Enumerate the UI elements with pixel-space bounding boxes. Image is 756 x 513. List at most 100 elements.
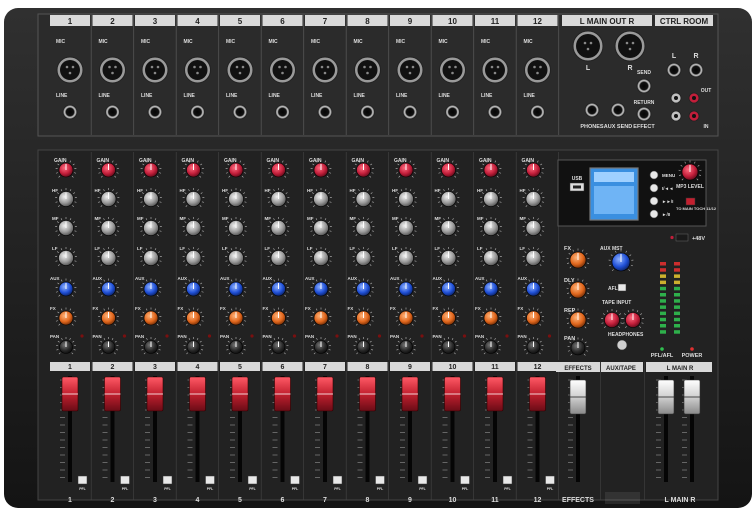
line-jack-input[interactable] [232, 104, 248, 120]
mf-label: MF [435, 216, 442, 221]
pfl-label: PFL [462, 487, 469, 491]
player-button-label: MENU [662, 173, 675, 178]
xlr-pin [326, 65, 330, 69]
line-jack-input[interactable] [360, 104, 375, 120]
afl-button[interactable] [617, 283, 627, 292]
channel-number-bottom: 10 [449, 497, 457, 504]
mic-xlr-input[interactable] [481, 56, 509, 84]
player-button[interactable] [649, 170, 659, 180]
aux-send-jack[interactable] [610, 102, 626, 118]
pfl-label: PFL [122, 487, 129, 491]
xlr-face [618, 34, 642, 58]
line-jack-input[interactable] [317, 104, 333, 120]
line-label: LINE [311, 93, 323, 99]
pfl-button[interactable] [205, 475, 215, 485]
mic-xlr-input[interactable] [439, 56, 466, 84]
line-jack-input[interactable] [190, 104, 205, 120]
line-label: LINE [184, 93, 196, 99]
level-meter-led [660, 274, 666, 278]
channel-number-fader: 7 [323, 364, 327, 371]
level-meter-led [674, 305, 680, 309]
main-out-left-xlr[interactable] [572, 30, 604, 62]
line-jack-input[interactable] [105, 104, 120, 120]
hf-label: HF [520, 188, 526, 193]
pfl-label: PFL [79, 487, 86, 491]
effect-label: EFFECT [633, 124, 655, 130]
mic-xlr-input[interactable] [226, 56, 254, 84]
main-out-right-xlr[interactable] [614, 30, 646, 62]
mf-label: MF [52, 216, 59, 221]
channel-number-fader: 1 [68, 364, 72, 371]
line-label: LINE [396, 93, 408, 99]
pfl-button[interactable] [460, 475, 470, 485]
xlr-pin [366, 71, 369, 75]
audio-mixer-photo: 1 2 3 4 5 6 7 8 9 10 11 12 MICLINEMICLINEMICLINEMIC… [4, 8, 752, 508]
xlr-pin [193, 65, 196, 69]
line-jack-input[interactable] [487, 104, 503, 120]
hf-label: HF [95, 188, 101, 193]
aux-mst-label: AUX MST [600, 246, 623, 252]
bt-main-label: TO MAIN TOCH 11/12 [676, 206, 717, 211]
level-meter-led [660, 299, 666, 303]
mic-xlr-input[interactable] [141, 56, 169, 84]
xlr-pin [625, 41, 629, 45]
line-jack-input[interactable] [402, 104, 418, 120]
ctrl-room-left-jack[interactable] [666, 62, 682, 78]
line-jack-input[interactable] [147, 104, 163, 120]
fx-return-jack[interactable] [636, 106, 652, 122]
pfl-button[interactable] [332, 475, 343, 485]
line-jack-input[interactable] [275, 104, 290, 120]
mic-label: MIC [439, 39, 449, 45]
to-main-switch[interactable] [685, 197, 696, 206]
channel-number-bottom: 1 [68, 497, 72, 504]
xlr-face [230, 60, 250, 80]
mic-xlr-input[interactable] [354, 56, 381, 84]
pfl-button[interactable] [162, 475, 173, 485]
aux-send-label: AUX [348, 276, 358, 281]
pan-knob-label-master: PAN [564, 336, 575, 342]
pfl-button[interactable] [77, 475, 88, 485]
aux-send-label: AUX [518, 276, 528, 281]
mic-xlr-input[interactable] [396, 56, 424, 84]
mic-xlr-input[interactable] [269, 56, 296, 84]
channel-number-fader: 11 [491, 364, 499, 371]
mic-xlr-input[interactable] [311, 56, 339, 84]
line-jack-input[interactable] [530, 104, 545, 120]
ctrl-room-right-label: R [693, 53, 698, 60]
xlr-pin [71, 65, 75, 69]
pan-label: PAN [390, 334, 399, 339]
channel-number-top: 10 [448, 17, 457, 26]
pfl-button[interactable] [375, 475, 385, 485]
lf-label: LF [52, 246, 58, 251]
line-jack-input[interactable] [62, 104, 78, 120]
mic-xlr-input[interactable] [56, 56, 84, 84]
lf-label: LF [222, 246, 228, 251]
phones-jack[interactable] [584, 102, 600, 118]
ctrl-room-right-jack[interactable] [688, 62, 704, 78]
mic-xlr-input[interactable] [99, 56, 126, 84]
hf-label: HF [265, 188, 271, 193]
fx-send-label: FX [348, 306, 354, 311]
line-jack-input[interactable] [445, 104, 460, 120]
phantom-switch[interactable] [675, 233, 689, 242]
channel-number-fader: 8 [366, 364, 370, 371]
pfl-label: PFL [249, 487, 256, 491]
pfl-button[interactable] [120, 475, 130, 485]
channel-number-fader: 4 [196, 364, 200, 371]
afl-label: AFL [608, 286, 618, 292]
pfl-button[interactable] [247, 475, 258, 485]
mic-xlr-input[interactable] [524, 56, 551, 84]
pan-label: PAN [475, 334, 484, 339]
xlr-pin [583, 41, 587, 45]
peak-led [122, 334, 127, 338]
mic-xlr-input[interactable] [184, 56, 211, 84]
line-label: LINE [269, 93, 281, 99]
pfl-button[interactable] [417, 475, 428, 485]
player-button[interactable] [649, 209, 659, 219]
fx-send-jack[interactable] [636, 78, 652, 94]
pfl-button[interactable] [545, 475, 555, 485]
pfl-button[interactable] [502, 475, 513, 485]
player-button[interactable] [649, 183, 659, 193]
player-button[interactable] [649, 196, 659, 206]
pfl-button[interactable] [290, 475, 300, 485]
